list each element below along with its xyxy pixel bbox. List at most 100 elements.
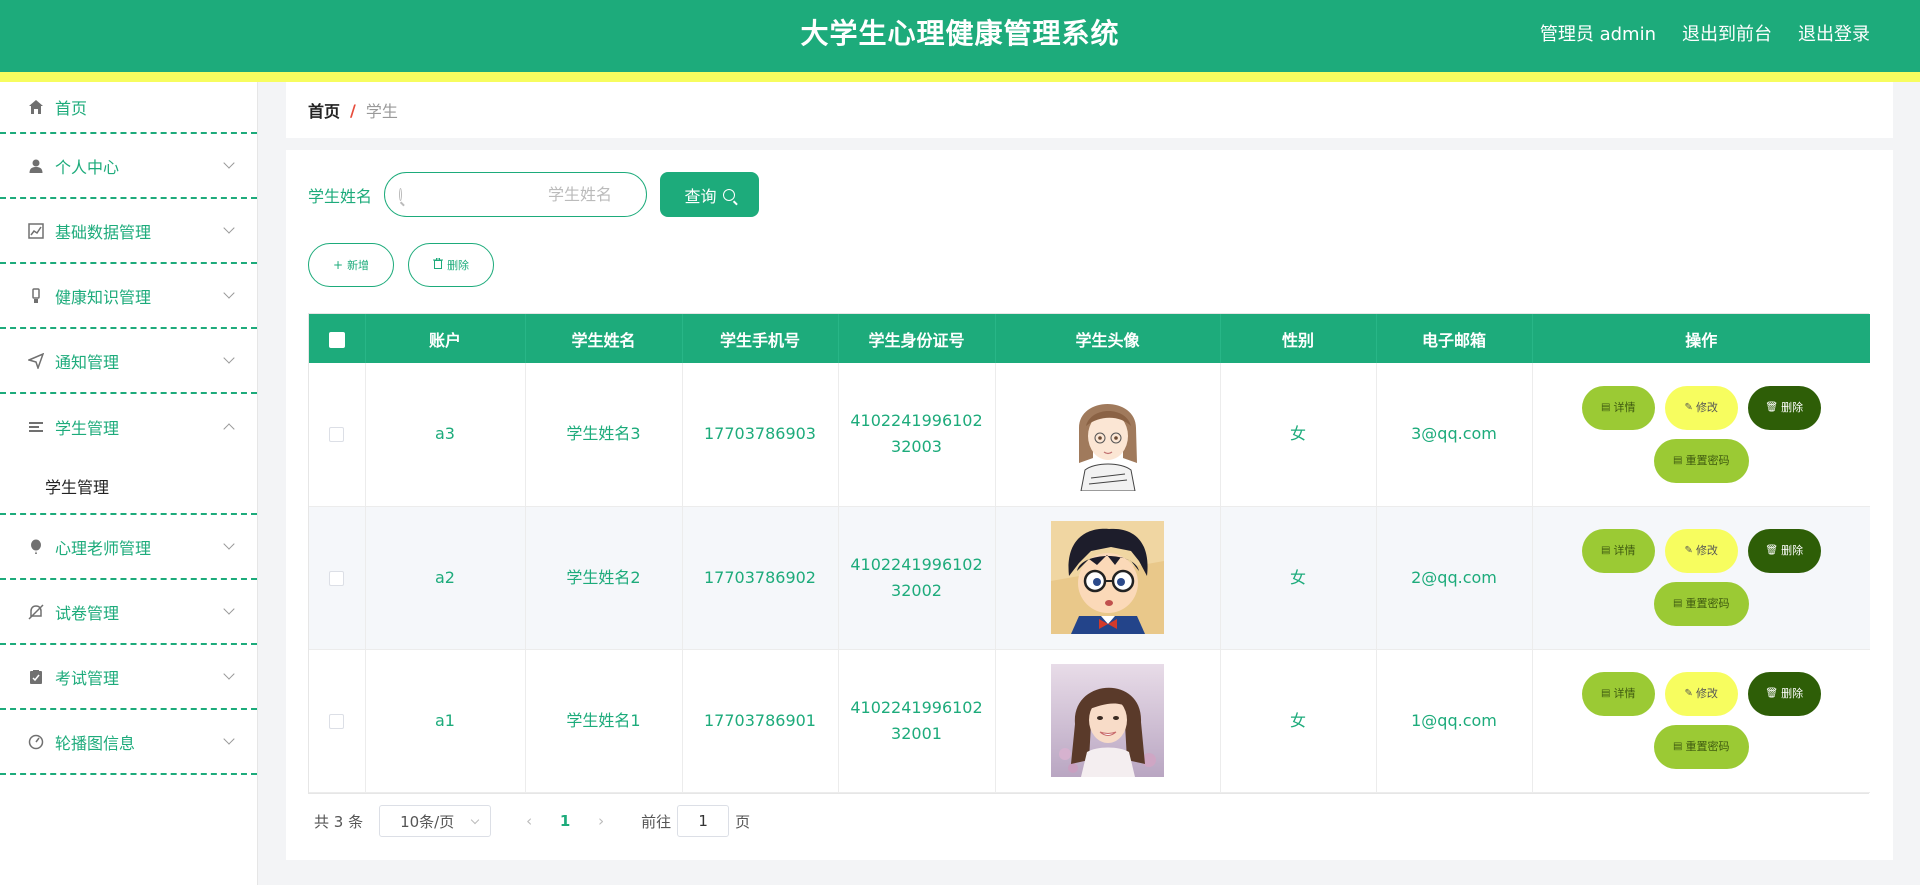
sidebar-item-label: 学生管理 bbox=[55, 418, 120, 438]
cell-avatar bbox=[995, 363, 1221, 507]
reset-password-button[interactable]: ▤ 重置密码 bbox=[1653, 582, 1749, 626]
sidebar-item-teacher[interactable]: 心理老师管理 bbox=[0, 515, 257, 580]
edit-button[interactable]: ✎ 修改 bbox=[1664, 672, 1738, 716]
delete-button[interactable]: 🗑 删除 bbox=[1747, 529, 1821, 573]
table-row: a2 学生姓名2 17703786902 410224199610232002 bbox=[309, 506, 1870, 650]
header-select-all bbox=[309, 314, 366, 363]
detail-button[interactable]: ▤ 详情 bbox=[1581, 529, 1655, 573]
sidebar-item-carousel[interactable]: 轮播图信息 bbox=[0, 710, 257, 775]
chevron-down-icon bbox=[223, 732, 235, 745]
cell-account: a1 bbox=[365, 649, 526, 793]
header-accent-bar bbox=[0, 72, 1920, 82]
header-actions: 管理员 admin 退出到前台 退出登录 bbox=[1540, 20, 1870, 46]
cell-phone: 17703786903 bbox=[682, 363, 839, 507]
sidebar-item-home[interactable]: 首页 bbox=[0, 82, 257, 134]
edit-button[interactable]: ✎ 修改 bbox=[1664, 529, 1738, 573]
select-all-checkbox[interactable] bbox=[328, 331, 345, 348]
detail-label: 详情 bbox=[1613, 400, 1636, 414]
submenu-student-manage[interactable]: 学生管理 bbox=[0, 459, 257, 515]
add-button[interactable]: + 新增 bbox=[308, 243, 395, 287]
bulb-icon bbox=[28, 287, 44, 304]
idcard-value: 410224199610232003 bbox=[850, 411, 983, 457]
sidebar-item-health-knowledge[interactable]: 健康知识管理 bbox=[0, 264, 257, 329]
chart-icon bbox=[28, 222, 44, 239]
table-header-row: 账户 学生姓名 学生手机号 学生身份证号 学生头像 性别 电子邮箱 操作 bbox=[309, 314, 1870, 363]
reset-password-button[interactable]: ▤ 重置密码 bbox=[1653, 725, 1749, 769]
cell-idcard: 410224199610232001 bbox=[838, 649, 996, 793]
cell-actions: ▤ 详情 ✎ 修改 🗑 删除 ▤ 重置密码 bbox=[1532, 363, 1870, 507]
detail-button[interactable]: ▤ 详情 bbox=[1581, 385, 1655, 430]
pencil-icon: ✎ bbox=[1684, 688, 1693, 699]
logout-link[interactable]: 退出登录 bbox=[1798, 20, 1870, 46]
home-icon bbox=[28, 99, 44, 115]
search-icon bbox=[722, 188, 735, 201]
sidebar-item-exam[interactable]: 考试管理 bbox=[0, 645, 257, 710]
row-checkbox[interactable] bbox=[329, 570, 345, 586]
edit-button[interactable]: ✎ 修改 bbox=[1664, 385, 1738, 430]
detail-label: 详情 bbox=[1613, 544, 1636, 557]
reset-password-button[interactable]: ▤ 重置密码 bbox=[1653, 438, 1749, 483]
front-link[interactable]: 退出到前台 bbox=[1682, 20, 1772, 46]
chevron-down-icon bbox=[223, 221, 235, 234]
delete-button[interactable]: 🗑 删除 bbox=[1747, 385, 1821, 430]
sidebar-item-label: 首页 bbox=[55, 99, 88, 118]
search-icon bbox=[399, 188, 403, 201]
sidebar-item-paper[interactable]: 试卷管理 bbox=[0, 580, 257, 645]
row-actions: ▤ 详情 ✎ 修改 🗑 删除 ▤ 重置密码 bbox=[1566, 385, 1836, 483]
cell-idcard: 410224199610232002 bbox=[838, 506, 996, 650]
row-checkbox[interactable] bbox=[329, 427, 345, 443]
row-actions: ▤ 详情 ✎ 修改 🗑 删除 ▤ 重置密码 bbox=[1566, 529, 1836, 626]
cell-avatar bbox=[995, 649, 1221, 793]
row-select-cell bbox=[309, 506, 366, 650]
row-select-cell bbox=[309, 649, 366, 793]
cell-email: 2@qq.com bbox=[1376, 506, 1533, 650]
chevron-down-icon bbox=[223, 602, 235, 615]
document-icon: ▤ bbox=[1601, 545, 1611, 556]
idcard-value: 410224199610232002 bbox=[850, 554, 983, 600]
detail-button[interactable]: ▤ 详情 bbox=[1581, 672, 1655, 716]
sidebar-item-profile[interactable]: 个人中心 bbox=[0, 134, 257, 199]
search-input-wrapper bbox=[384, 172, 648, 217]
goto-label: 前往 bbox=[641, 812, 672, 831]
batch-delete-button[interactable]: 删除 bbox=[408, 243, 495, 287]
header-idcard: 学生身份证号 bbox=[838, 314, 996, 363]
page-number-current[interactable]: 1 bbox=[547, 812, 583, 830]
page-size-select[interactable]: 10条/页 bbox=[379, 805, 492, 837]
delete-label: 删除 bbox=[1781, 400, 1804, 414]
cell-name: 学生姓名3 bbox=[525, 363, 683, 507]
header-actions: 操作 bbox=[1685, 330, 1718, 350]
chevron-down-icon bbox=[223, 286, 235, 299]
row-checkbox[interactable] bbox=[329, 713, 345, 729]
balloon-icon bbox=[28, 539, 44, 555]
document-icon: ▤ bbox=[1673, 741, 1683, 752]
sidebar-item-label: 试卷管理 bbox=[55, 603, 120, 623]
header-gender: 性别 bbox=[1220, 314, 1377, 363]
cell-phone: 17703786902 bbox=[682, 506, 839, 650]
cell-name: 学生姓名2 bbox=[525, 506, 683, 650]
breadcrumb-home[interactable]: 首页 bbox=[308, 98, 340, 122]
next-page-button[interactable]: › bbox=[583, 812, 619, 830]
header-account: 账户 bbox=[365, 314, 526, 363]
sidebar-item-label: 个人中心 bbox=[55, 157, 120, 177]
breadcrumb: 首页 / 学生 bbox=[286, 82, 1893, 138]
header-email: 电子邮箱 bbox=[1376, 314, 1533, 363]
list-icon bbox=[28, 419, 44, 435]
sidebar-item-student[interactable]: 学生管理 bbox=[0, 394, 257, 459]
edit-label: 修改 bbox=[1695, 687, 1718, 700]
query-button[interactable]: 查询 bbox=[660, 172, 760, 217]
top-header: 大学生心理健康管理系统 管理员 admin 退出到前台 退出登录 bbox=[0, 0, 1920, 72]
sidebar-item-basic-data[interactable]: 基础数据管理 bbox=[0, 199, 257, 264]
main-content: 学生姓名 查询 + 新增 删除 bbox=[286, 150, 1893, 860]
sidebar-item-notice[interactable]: 通知管理 bbox=[0, 329, 257, 394]
row-actions: ▤ 详情 ✎ 修改 🗑 删除 ▤ 重置密码 bbox=[1566, 672, 1836, 769]
sidebar-item-label: 通知管理 bbox=[55, 352, 120, 372]
table-row: a3 学生姓名3 17703786903 410224199610232003 bbox=[309, 363, 1870, 507]
chevron-up-icon bbox=[223, 422, 235, 435]
sidebar-item-label: 轮播图信息 bbox=[55, 733, 136, 753]
prev-page-button[interactable]: ‹ bbox=[511, 812, 547, 830]
clipboard-icon bbox=[28, 669, 44, 685]
reset-label: 重置密码 bbox=[1685, 453, 1730, 467]
search-input[interactable] bbox=[412, 174, 633, 215]
goto-page-input[interactable] bbox=[677, 805, 730, 837]
delete-button[interactable]: 🗑 删除 bbox=[1747, 672, 1821, 716]
